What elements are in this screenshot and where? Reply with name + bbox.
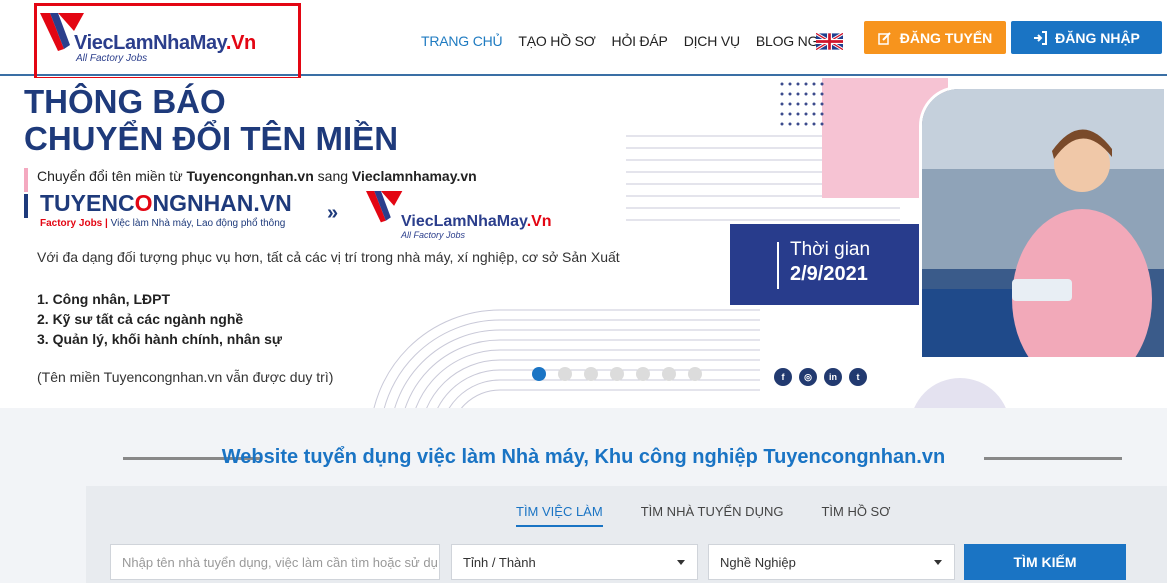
accent-bar-navy xyxy=(24,194,28,218)
banner-note: (Tên miền Tuyencongnhan.vn vẫn được duy … xyxy=(37,369,334,385)
caret-down-icon xyxy=(677,560,685,565)
sign-in-icon xyxy=(1034,30,1048,45)
banner-description: Với đa dạng đối tượng phục vụ hơn, tất c… xyxy=(37,249,620,265)
facebook-icon[interactable]: f xyxy=(774,368,792,386)
keyword-input[interactable]: Nhập tên nhà tuyển dụng, việc làm cần tì… xyxy=(110,544,440,580)
search-button[interactable]: TÌM KIẾM xyxy=(964,544,1126,580)
date-divider xyxy=(777,242,779,289)
list-item: 1. Công nhân, LĐPT xyxy=(37,291,170,307)
logo-text[interactable]: ViecLamNhaMay.Vn xyxy=(74,32,256,55)
carousel-dot[interactable] xyxy=(610,367,624,381)
audience-list: 1. Công nhân, LĐPT 2. Kỹ sư tất cả các n… xyxy=(37,289,282,349)
carousel-dots xyxy=(532,367,702,381)
tab-find-profiles[interactable]: TÌM HỒ SƠ xyxy=(821,504,890,527)
site-header: ViecLamNhaMay.Vn All Factory Jobs TRANG … xyxy=(0,0,1167,80)
nav-services[interactable]: DỊCH VỤ xyxy=(684,33,740,49)
old-domain-tagline: Factory Jobs | Việc làm Nhà máy, Lao độn… xyxy=(40,218,286,229)
date-label: Thời gian xyxy=(790,239,871,260)
list-item: 3. Quản lý, khối hành chính, nhân sự xyxy=(37,331,283,347)
province-value: Tỉnh / Thành xyxy=(463,554,536,570)
caret-down-icon xyxy=(934,560,942,565)
banner-title-line1: THÔNG BÁO xyxy=(24,83,226,120)
date-box: Thời gian 2/9/2021 xyxy=(730,224,951,305)
banner-title-line2: CHUYỂN ĐỔI TÊN MIỀN xyxy=(24,120,399,157)
arrow-icon: » xyxy=(327,202,339,224)
social-links: f ◎ in t xyxy=(774,368,867,386)
nav-create-profile[interactable]: TẠO HỒ SƠ xyxy=(518,33,595,49)
banner-intro: Chuyển đổi tên miền từ Tuyencongnhan.vn … xyxy=(37,168,477,184)
login-label: ĐĂNG NHẬP xyxy=(1055,29,1140,46)
logo-tagline: All Factory Jobs xyxy=(76,53,148,64)
login-button[interactable]: ĐĂNG NHẬP xyxy=(1011,21,1162,54)
twitter-icon[interactable]: t xyxy=(849,368,867,386)
hero-banner[interactable]: THÔNG BÁO CHUYỂN ĐỔI TÊN MIỀN Chuyển đổi… xyxy=(0,78,1167,408)
linkedin-icon[interactable]: in xyxy=(824,368,842,386)
tab-find-employers[interactable]: TÌM NHÀ TUYỂN DỤNG xyxy=(641,504,784,527)
province-select[interactable]: Tỉnh / Thành xyxy=(451,544,698,580)
carousel-dot[interactable] xyxy=(688,367,702,381)
career-value: Nghề Nghiệp xyxy=(720,554,796,570)
new-domain-logo: ViecLamNhaMay.Vn xyxy=(401,213,552,230)
edit-icon xyxy=(877,31,891,45)
nav-faq[interactable]: HỎI ĐÁP xyxy=(612,33,668,49)
carousel-dot[interactable] xyxy=(584,367,598,381)
carousel-dot[interactable] xyxy=(532,367,546,381)
uk-flag-icon[interactable] xyxy=(816,33,843,50)
list-item: 2. Kỹ sư tất cả các ngành nghề xyxy=(37,311,244,327)
nav-home[interactable]: TRANG CHỦ xyxy=(421,33,503,49)
new-domain-tagline: All Factory Jobs xyxy=(401,230,466,240)
date-value: 2/9/2021 xyxy=(790,263,868,285)
search-box: TÌM VIỆC LÀM TÌM NHÀ TUYỂN DỤNG TÌM HỒ S… xyxy=(86,486,1167,583)
search-tabs: TÌM VIỆC LÀM TÌM NHÀ TUYỂN DỤNG TÌM HỒ S… xyxy=(516,504,890,527)
search-section: Website tuyển dụng việc làm Nhà máy, Khu… xyxy=(0,408,1167,583)
post-job-button[interactable]: ĐĂNG TUYỂN xyxy=(864,21,1006,54)
new-logo-mark-icon xyxy=(366,190,403,223)
main-nav: TRANG CHỦ TẠO HỒ SƠ HỎI ĐÁP DỊCH VỤ BLOG… xyxy=(421,33,838,49)
worker-photo xyxy=(919,86,1167,360)
carousel-dot[interactable] xyxy=(558,367,572,381)
career-select[interactable]: Nghề Nghiệp xyxy=(708,544,955,580)
accent-bar-pink xyxy=(24,168,28,192)
carousel-dot[interactable] xyxy=(636,367,650,381)
tab-find-jobs[interactable]: TÌM VIỆC LÀM xyxy=(516,504,603,527)
post-job-label: ĐĂNG TUYỂN xyxy=(899,29,993,46)
carousel-dot[interactable] xyxy=(662,367,676,381)
old-domain-logo: TUYENCONGNHAN.VN xyxy=(40,190,292,216)
instagram-icon[interactable]: ◎ xyxy=(799,368,817,386)
divider-right xyxy=(984,457,1122,460)
